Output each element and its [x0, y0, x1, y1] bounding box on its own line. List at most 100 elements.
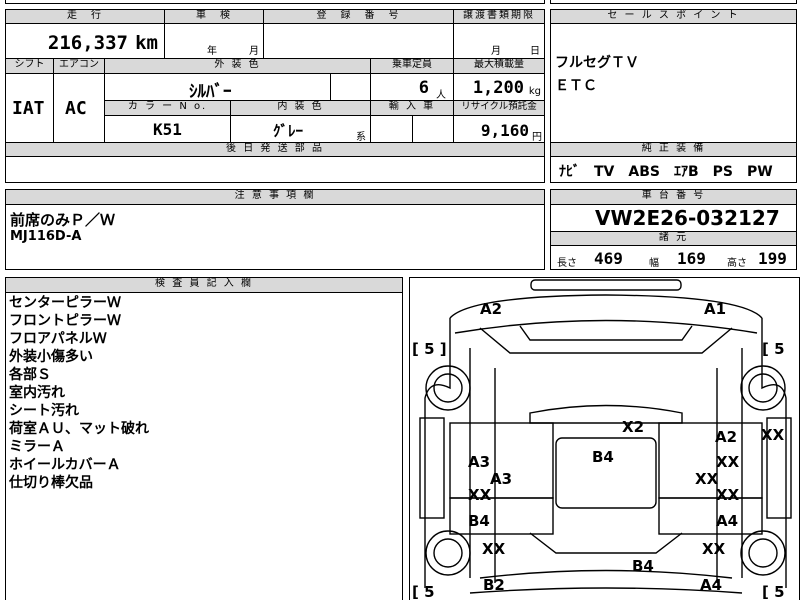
inspector-line: フロアパネルＷ [9, 331, 107, 347]
dims-header: 諸 元 [550, 231, 797, 246]
inspector-line: センターピラーＷ [9, 295, 121, 311]
inspector-line: ミラーＡ [9, 439, 65, 455]
inspector-cell: センターピラーＷ フロントピラーＷ フロアパネルＷ 外装小傷多い 各部Ｓ 室内汚… [5, 292, 403, 600]
inspector-line: シート汚れ [9, 403, 79, 419]
sales-point-header: セ ー ル ス ポ イ ン ト [550, 9, 797, 24]
damage-mark: B2 [483, 576, 505, 594]
tire-grade: [ 5 [762, 340, 785, 358]
shift-header: シフト [5, 58, 54, 74]
import-cell-b [412, 115, 454, 143]
shift-value: IAT [12, 98, 45, 119]
inspector-line: フロントピラーＷ [9, 313, 121, 329]
equipment-value: ﾅﾋﾞ TV ABS ｴｱB PS PW [559, 164, 773, 180]
registration-header: 登 録 番 号 [263, 9, 454, 24]
later-parts-cell [5, 156, 545, 183]
length-value: 469 [594, 249, 623, 268]
interior-color-header: 内 装 色 [230, 100, 371, 116]
caution-header: 注 意 事 項 欄 [5, 189, 545, 205]
damage-mark: A2 [715, 428, 738, 446]
mileage-header: 走 行 [5, 9, 165, 24]
capacity-value: 6 [418, 78, 429, 98]
max-load-unit: kg [528, 86, 541, 97]
inspector-line: 仕切り棒欠品 [9, 475, 93, 491]
max-load-header: 最大積載量 [453, 58, 545, 74]
damage-mark: A4 [700, 576, 723, 594]
equipment-header: 純 正 装 備 [550, 142, 797, 157]
inspector-line: 室内汚れ [9, 385, 65, 401]
dims-cell: 長さ 469 幅 169 高さ 199 [550, 245, 797, 270]
inspection-header: 車 検 [164, 9, 264, 24]
damage-mark: XX [716, 486, 740, 504]
chassis-header: 車 台 番 号 [550, 189, 797, 205]
later-parts-header: 後 日 発 送 部 品 [5, 142, 545, 157]
chassis-cell: VW2E26-032127 [550, 204, 797, 232]
interior-color-cell: ｸﾞﾚｰ 系 [230, 115, 371, 143]
damage-mark: B4 [592, 448, 614, 466]
width-value: 169 [677, 249, 706, 268]
inspector-line: 外装小傷多い [9, 349, 93, 365]
chassis-value: VW2E26-032127 [595, 206, 780, 230]
recycle-cell: 9,160 円 [453, 115, 545, 143]
exterior-color-value: ｼﾙﾊﾞｰ [189, 82, 232, 101]
exterior-color-cell: ｼﾙﾊﾞｰ [104, 73, 331, 101]
inspector-notes: センターピラーＷ フロントピラーＷ フロアパネルＷ 外装小傷多い 各部Ｓ 室内汚… [9, 294, 149, 492]
sales-point-line-1: フルセグＴＶ [555, 55, 639, 71]
equipment-cell: ﾅﾋﾞ TV ABS ｴｱB PS PW [550, 156, 797, 183]
ac-header: エアコン [53, 58, 105, 74]
exterior-color-header: 外 装 色 [104, 58, 371, 74]
max-load-value: 1,200 [472, 78, 524, 98]
tire-grade: [ 5 [762, 583, 785, 600]
registration-cell [263, 23, 454, 59]
tire-grade: [ 5 [412, 583, 435, 600]
damage-mark: A3 [490, 470, 513, 488]
recycle-unit: 円 [532, 132, 542, 143]
width-label: 幅 [649, 258, 659, 269]
caution-cell: 前席のみＰ／Ｗ MJ116D-A [5, 204, 545, 270]
damage-mark: X2 [622, 418, 645, 436]
max-load-cell: 1,200 kg [453, 73, 545, 101]
damage-mark: A4 [716, 512, 739, 530]
transfer-deadline-cell: 月 日 [453, 23, 545, 59]
inspector-line: 荷室ＡＵ、マット破れ [9, 421, 149, 437]
transfer-day-label: 日 [530, 46, 540, 57]
transfer-month-label: 月 [491, 46, 501, 57]
sales-point-cell: フルセグＴＶ ＥＴＣ [550, 23, 797, 143]
exterior-color-extra [330, 73, 371, 101]
capacity-cell: 6 人 [370, 73, 454, 101]
inspection-cell: 年 月 [164, 23, 264, 59]
interior-color-suffix: 系 [356, 132, 366, 143]
caution-line-1: 前席のみＰ／Ｗ [10, 211, 116, 229]
capacity-header: 乗車定員 [370, 58, 454, 74]
inspection-year-label: 年 [207, 46, 217, 57]
import-header: 輸 入 車 [370, 100, 454, 116]
ac-value: AC [65, 98, 87, 119]
top-cutoff-row [5, 0, 545, 4]
car-outline [419, 279, 792, 594]
mileage-unit: km [135, 32, 158, 54]
inspection-month-label: 月 [249, 46, 259, 57]
mileage-cell: 216,337 km [5, 23, 165, 59]
sales-point-line-2: ＥＴＣ [555, 78, 597, 94]
inspector-header: 検 査 員 記 入 欄 [5, 277, 403, 293]
damage-mark: XX [695, 470, 719, 488]
damage-mark: XX [716, 453, 740, 471]
recycle-value: 9,160 [480, 121, 529, 140]
length-label: 長さ [557, 258, 577, 269]
damage-mark: XX [761, 426, 785, 444]
shift-cell: IAT [5, 73, 54, 143]
color-no-value: K51 [153, 120, 182, 139]
color-no-header: カ ラ ー N o. [104, 100, 231, 116]
inspector-line: ホイールカバーＡ [9, 457, 121, 473]
ac-cell: AC [53, 73, 105, 143]
damage-mark: XX [468, 486, 492, 504]
damage-mark: A3 [468, 453, 491, 471]
tire-grade: [ 5 ] [412, 340, 447, 358]
color-no-cell: K51 [104, 115, 231, 143]
damage-mark: B4 [632, 557, 654, 575]
mileage-value: 216,337 [47, 32, 128, 54]
import-cell-a [370, 115, 413, 143]
capacity-unit: 人 [436, 90, 446, 101]
damage-mark: B4 [468, 512, 490, 530]
height-label: 高さ [727, 258, 747, 269]
damage-mark: A2 [480, 300, 503, 318]
